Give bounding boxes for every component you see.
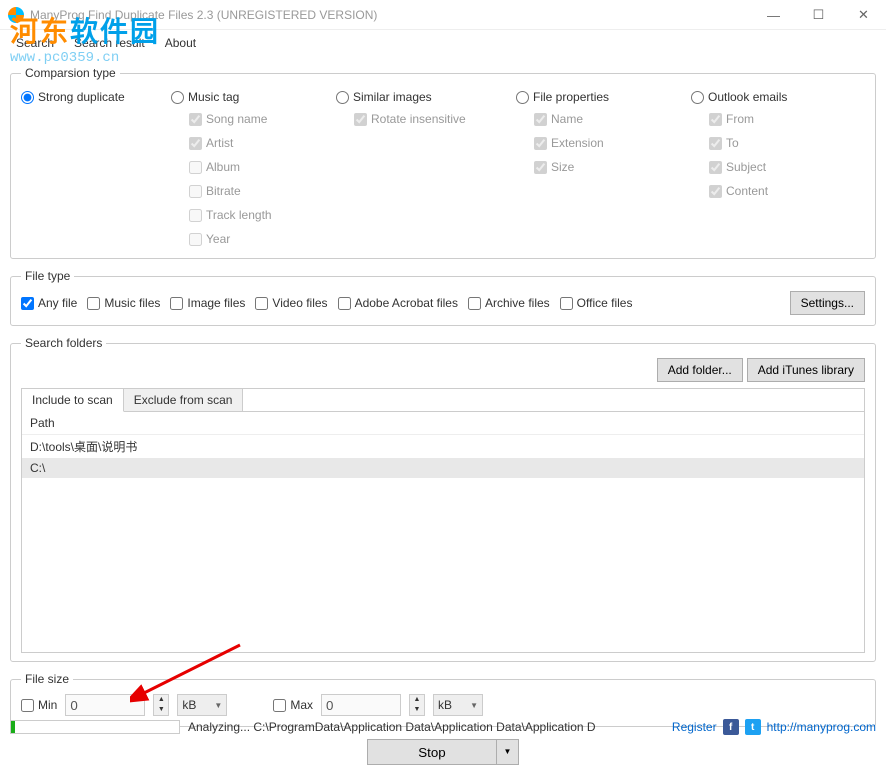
check-subject: Subject bbox=[709, 158, 789, 176]
tab-include[interactable]: Include to scan bbox=[22, 389, 124, 412]
path-row[interactable]: D:\tools\桌面\说明书 bbox=[22, 435, 864, 458]
radio-music-tag[interactable]: Music tag bbox=[171, 88, 326, 106]
check-any-file[interactable]: Any file bbox=[21, 294, 77, 312]
progress-bar bbox=[10, 720, 180, 734]
status-text: Analyzing... C:\ProgramData\Application … bbox=[188, 720, 664, 734]
radio-file-properties[interactable]: File properties bbox=[516, 88, 681, 106]
max-size-input[interactable] bbox=[321, 694, 401, 716]
max-spinner[interactable]: ▲▼ bbox=[409, 694, 425, 716]
check-size: Size bbox=[534, 158, 614, 176]
app-icon bbox=[8, 7, 24, 23]
minimize-button[interactable]: — bbox=[751, 0, 796, 30]
comparison-legend: Comparsion type bbox=[21, 66, 120, 80]
check-track-length: Track length bbox=[189, 206, 272, 224]
add-folder-button[interactable]: Add folder... bbox=[657, 358, 743, 382]
titlebar: ManyProg Find Duplicate Files 2.3 (UNREG… bbox=[0, 0, 886, 30]
path-row[interactable]: C:\ bbox=[22, 458, 864, 478]
twitter-icon[interactable]: t bbox=[745, 719, 761, 735]
check-acrobat-files[interactable]: Adobe Acrobat files bbox=[338, 294, 458, 312]
menubar: Search Search result About bbox=[0, 30, 886, 56]
filesize-legend: File size bbox=[21, 672, 73, 686]
menu-about[interactable]: About bbox=[157, 33, 204, 53]
radio-outlook-emails[interactable]: Outlook emails bbox=[691, 88, 841, 106]
min-size-input[interactable] bbox=[65, 694, 145, 716]
check-song-name: Song name bbox=[189, 110, 269, 128]
check-content: Content bbox=[709, 182, 789, 200]
close-button[interactable]: ✕ bbox=[841, 0, 886, 30]
check-office-files[interactable]: Office files bbox=[560, 294, 633, 312]
check-bitrate: Bitrate bbox=[189, 182, 269, 200]
max-unit-select[interactable]: kB▼ bbox=[433, 694, 483, 716]
check-name: Name bbox=[534, 110, 614, 128]
check-artist: Artist bbox=[189, 134, 269, 152]
check-max-size[interactable]: Max bbox=[273, 696, 313, 714]
add-itunes-button[interactable]: Add iTunes library bbox=[747, 358, 865, 382]
check-extension: Extension bbox=[534, 134, 614, 152]
min-unit-select[interactable]: kB▼ bbox=[177, 694, 227, 716]
filetype-legend: File type bbox=[21, 269, 74, 283]
homepage-link[interactable]: http://manyprog.com bbox=[767, 720, 876, 734]
settings-button[interactable]: Settings... bbox=[790, 291, 865, 315]
check-min-size[interactable]: Min bbox=[21, 696, 57, 714]
facebook-icon[interactable]: f bbox=[723, 719, 739, 735]
register-link[interactable]: Register bbox=[672, 720, 717, 734]
menu-search[interactable]: Search bbox=[8, 33, 62, 53]
check-album: Album bbox=[189, 158, 269, 176]
statusbar: Analyzing... C:\ProgramData\Application … bbox=[10, 715, 876, 739]
check-to: To bbox=[709, 134, 789, 152]
window-title: ManyProg Find Duplicate Files 2.3 (UNREG… bbox=[30, 8, 377, 22]
maximize-button[interactable]: ☐ bbox=[796, 0, 841, 30]
check-archive-files[interactable]: Archive files bbox=[468, 294, 550, 312]
path-list[interactable]: Path D:\tools\桌面\说明书 C:\ bbox=[22, 412, 864, 652]
folder-tabs: Include to scan Exclude from scan bbox=[22, 389, 864, 412]
check-image-files[interactable]: Image files bbox=[170, 294, 245, 312]
searchfolders-legend: Search folders bbox=[21, 336, 106, 350]
search-folders-group: Search folders Add folder... Add iTunes … bbox=[10, 336, 876, 662]
tab-exclude[interactable]: Exclude from scan bbox=[124, 389, 244, 411]
radio-similar-images[interactable]: Similar images bbox=[336, 88, 506, 106]
menu-search-result[interactable]: Search result bbox=[66, 33, 153, 53]
check-video-files[interactable]: Video files bbox=[255, 294, 327, 312]
radio-strong-duplicate[interactable]: Strong duplicate bbox=[21, 88, 161, 106]
file-type-group: File type Any file Music files Image fil… bbox=[10, 269, 876, 326]
check-rotate-insensitive: Rotate insensitive bbox=[354, 110, 466, 128]
check-music-files[interactable]: Music files bbox=[87, 294, 160, 312]
check-from: From bbox=[709, 110, 789, 128]
path-column-header: Path bbox=[22, 412, 864, 435]
check-year: Year bbox=[189, 230, 269, 248]
comparison-type-group: Comparsion type Strong duplicate Music t… bbox=[10, 66, 876, 259]
min-spinner[interactable]: ▲▼ bbox=[153, 694, 169, 716]
